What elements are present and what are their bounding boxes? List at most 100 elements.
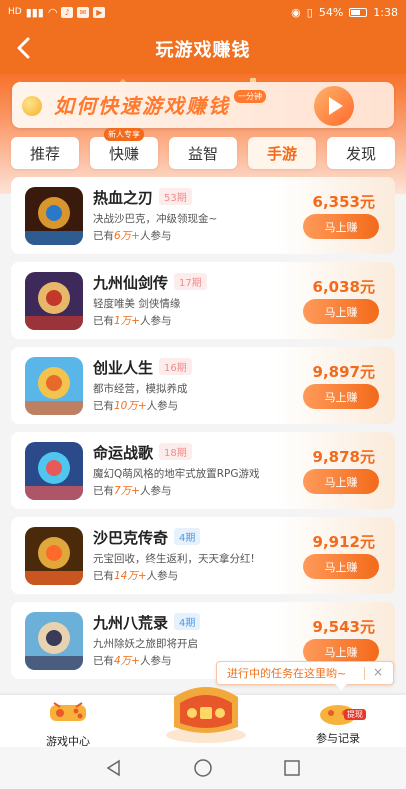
page-title: 玩游戏赚钱 <box>155 40 251 61</box>
game-name: 沙巴克传奇 <box>93 529 169 547</box>
clock: 1:38 <box>373 5 398 19</box>
reward-amount: 6,038元 <box>312 278 375 296</box>
game-center-icon <box>50 702 86 721</box>
game-name: 九州仙剑传 <box>93 274 169 292</box>
tab-label: 推荐 <box>29 144 60 163</box>
festival-promo-icon <box>166 687 246 743</box>
tooltip-divider <box>364 667 365 680</box>
banner-text: 如何快速游戏赚钱 <box>54 94 230 118</box>
earn-now-button[interactable]: 马上赚 <box>303 469 379 494</box>
tab-quick-earn[interactable]: 新人专享 快赚 <box>90 128 158 169</box>
recents-square-icon[interactable] <box>281 757 303 779</box>
tab-mobile-games[interactable]: 手游 <box>248 137 316 169</box>
earn-now-button[interactable]: 马上赚 <box>303 384 379 409</box>
game-list: 热血之刃 53期 决战沙巴克，冲级领现金~ 已有6万+人参与 6,353元 马上赚… <box>11 177 395 687</box>
reward-amount: 9,897元 <box>312 363 375 381</box>
game-title: 热血之刃 53期 <box>93 187 192 208</box>
home-circle-icon[interactable] <box>192 757 214 779</box>
bottom-navigation: 游戏中心 提现 参与记录 <box>0 687 406 749</box>
game-icon[interactable] <box>25 612 83 670</box>
game-card[interactable]: 命运战歌 18期 魔幻Q萌风格的地牢式放置RPG游戏 已有7万+人参与 9,878… <box>11 432 395 509</box>
game-title: 沙巴克传奇 4期 <box>93 527 201 548</box>
nav-participation-record[interactable]: 提现 参与记录 <box>298 699 378 746</box>
tab-label: 手游 <box>266 144 297 163</box>
period-badge: 53期 <box>159 188 192 205</box>
participants-count: 已有14万+人参与 <box>93 570 179 582</box>
game-description: 魔幻Q萌风格的地牢式放置RPG游戏 <box>93 468 260 480</box>
game-name: 九州八荒录 <box>93 614 169 632</box>
app-header: 玩游戏赚钱 <box>0 24 406 74</box>
tab-label: 发现 <box>345 144 376 163</box>
nav-game-center[interactable]: 游戏中心 <box>28 699 108 749</box>
game-card[interactable]: 热血之刃 53期 决战沙巴克，冲级领现金~ 已有6万+人参与 6,353元 马上赚 <box>11 177 395 254</box>
game-card[interactable]: 创业人生 16期 都市经营，模拟养成 已有10万+人参与 9,897元 马上赚 <box>11 347 395 424</box>
participants-count: 已有1万+人参与 <box>93 315 172 327</box>
game-description: 轻度唯美 剑侠情缘 <box>93 298 181 310</box>
nav-label: 参与记录 <box>316 732 360 745</box>
earn-now-button[interactable]: 马上赚 <box>303 554 379 579</box>
tab-recommend[interactable]: 推荐 <box>11 137 79 169</box>
participants-count: 已有10万+人参与 <box>93 400 179 412</box>
notification-icon: ✉ <box>76 6 90 18</box>
reward-amount: 9,543元 <box>312 618 375 636</box>
period-badge: 16期 <box>159 358 192 375</box>
game-title: 九州仙剑传 17期 <box>93 272 207 293</box>
play-icon[interactable] <box>314 86 354 126</box>
how-to-earn-banner[interactable]: 如何快速游戏赚钱 一分钟 <box>12 82 394 128</box>
back-button[interactable] <box>14 36 38 62</box>
game-icon[interactable] <box>25 272 83 330</box>
participants-count: 已有4万+人参与 <box>93 655 172 667</box>
earn-now-button[interactable]: 马上赚 <box>303 299 379 324</box>
game-description: 九州除妖之旅即将开启 <box>93 638 198 650</box>
signal-icon: ▮▮▮ <box>25 5 44 19</box>
network-label: HD <box>8 7 22 17</box>
game-icon[interactable] <box>25 187 83 245</box>
withdraw-badge: 提现 <box>344 709 366 720</box>
notification-icon: ▶ <box>93 6 106 18</box>
participants-count: 已有7万+人参与 <box>93 485 172 497</box>
tab-discover[interactable]: 发现 <box>327 137 395 169</box>
coin-icon <box>22 96 42 116</box>
wifi-icon: ◠ <box>47 5 58 19</box>
game-card[interactable]: 沙巴克传奇 4期 元宝回收，终生返利，天天拿分红! 已有14万+人参与 9,912… <box>11 517 395 594</box>
period-badge: 4期 <box>174 613 201 630</box>
tab-puzzle[interactable]: 益智 <box>169 137 237 169</box>
period-badge: 4期 <box>174 528 201 545</box>
notification-icon: ♪ <box>61 6 73 18</box>
game-icon[interactable] <box>25 527 83 585</box>
game-title: 命运战歌 18期 <box>93 442 192 463</box>
game-name: 创业人生 <box>93 359 154 377</box>
participants-count: 已有6万+人参与 <box>93 230 172 242</box>
battery-icon <box>349 7 368 17</box>
game-icon[interactable] <box>25 357 83 415</box>
system-navigation <box>0 747 406 789</box>
chevron-left-icon <box>17 37 30 59</box>
reward-amount: 9,912元 <box>312 533 375 551</box>
back-triangle-icon[interactable] <box>103 757 125 779</box>
eye-icon: ◉ <box>291 5 301 19</box>
game-name: 热血之刃 <box>93 189 154 207</box>
vibrate-icon: ▯ <box>306 5 313 19</box>
game-description: 都市经营，模拟养成 <box>93 383 188 395</box>
reward-amount: 9,878元 <box>312 448 375 466</box>
game-name: 命运战歌 <box>93 444 154 462</box>
game-icon[interactable] <box>25 442 83 500</box>
game-title: 创业人生 16期 <box>93 357 192 378</box>
period-badge: 18期 <box>159 443 192 460</box>
game-title: 九州八荒录 4期 <box>93 612 201 633</box>
close-icon[interactable]: × <box>373 665 383 679</box>
battery-percent: 54% <box>318 5 344 19</box>
banner-badge: 一分钟 <box>234 90 266 103</box>
nav-center-promo[interactable] <box>160 679 252 745</box>
game-card[interactable]: 九州仙剑传 17期 轻度唯美 剑侠情缘 已有1万+人参与 6,038元 马上赚 <box>11 262 395 339</box>
tab-label: 快赚 <box>108 144 139 163</box>
reward-amount: 6,353元 <box>312 193 375 211</box>
period-badge: 17期 <box>174 273 207 290</box>
game-description: 决战沙巴克，冲级领现金~ <box>93 213 218 225</box>
status-bar: HD ▮▮▮ ◠ ♪ ✉ ▶ ◉ ▯ 54% 1:38 <box>0 0 406 24</box>
tab-label: 益智 <box>187 144 218 163</box>
category-tabs: 推荐 新人专享 快赚 益智 手游 发现 <box>11 128 395 169</box>
game-description: 元宝回收，终生返利，天天拿分红! <box>93 553 255 565</box>
earn-now-button[interactable]: 马上赚 <box>303 214 379 239</box>
new-user-badge: 新人专享 <box>104 128 144 141</box>
